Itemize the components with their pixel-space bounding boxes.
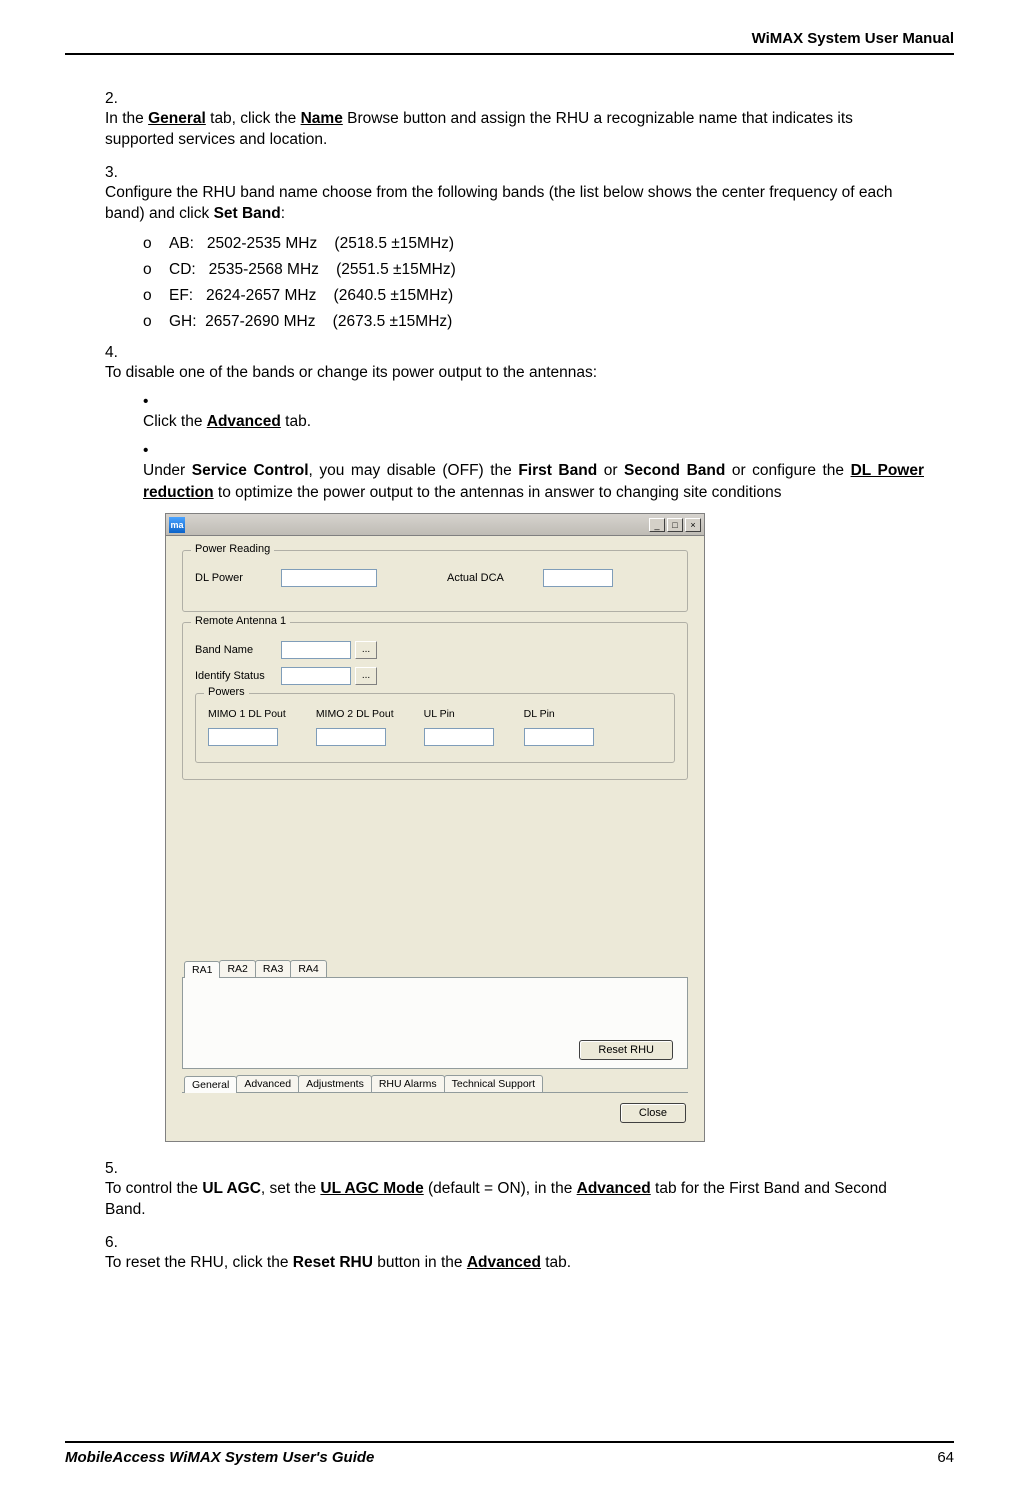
band-gh: oGH: 2657-2690 MHz (2673.5 ±15MHz) xyxy=(143,313,954,331)
band-ab: oAB: 2502-2535 MHz (2518.5 ±15MHz) xyxy=(143,235,954,253)
band-list: oAB: 2502-2535 MHz (2518.5 ±15MHz) oCD: … xyxy=(105,235,954,331)
actual-dca-field[interactable] xyxy=(543,569,613,587)
step-3-text: Configure the RHU band name choose from … xyxy=(105,182,920,225)
mimo1-label: MIMO 1 DL Pout xyxy=(208,708,286,722)
band-cd: oCD: 2535-2568 MHz (2551.5 ±15MHz) xyxy=(143,261,954,279)
dl-power-field[interactable] xyxy=(281,569,377,587)
step-5: 5. To control the UL AGC, set the UL AGC… xyxy=(105,1160,954,1221)
footer-page-number: 64 xyxy=(937,1449,954,1466)
page-footer: MobileAccess WiMAX System User's Guide 6… xyxy=(65,1441,954,1466)
step-2: 2. In the General tab, click the Name Br… xyxy=(105,90,954,151)
step-6-text: To reset the RHU, click the Reset RHU bu… xyxy=(105,1252,920,1273)
remote-antenna-group: Remote Antenna 1 Band Name ... Identify … xyxy=(182,622,688,780)
ulpin-field[interactable] xyxy=(424,728,494,746)
page-header: WiMAX System User Manual xyxy=(65,30,954,55)
step-2-num: 2. xyxy=(105,90,135,108)
actual-dca-label: Actual DCA xyxy=(447,572,543,584)
step-6-num: 6. xyxy=(105,1234,135,1252)
power-reading-legend: Power Reading xyxy=(191,543,274,555)
ra-tabstrip: RA1 RA2 RA3 RA4 xyxy=(182,960,688,977)
tab-advanced[interactable]: Advanced xyxy=(236,1075,299,1092)
powers-group: Powers MIMO 1 DL Pout MIMO 2 DL Pout xyxy=(195,693,675,763)
header-title: WiMAX System User Manual xyxy=(752,30,954,47)
powers-legend: Powers xyxy=(204,686,249,698)
step-3: 3. Configure the RHU band name choose fr… xyxy=(105,164,954,331)
titlebar: ma _ □ × xyxy=(166,514,704,536)
close-button[interactable]: Close xyxy=(620,1103,686,1123)
tab-adjustments[interactable]: Adjustments xyxy=(298,1075,372,1092)
tab-ra1[interactable]: RA1 xyxy=(184,961,220,978)
app-icon: ma xyxy=(169,517,185,533)
close-window-button[interactable]: × xyxy=(685,518,701,532)
ulpin-col: UL Pin xyxy=(424,708,494,746)
step-4-bullet-1: • Click the Advanced tab. xyxy=(143,393,954,432)
dlpin-label: DL Pin xyxy=(524,708,555,722)
reset-rhu-button[interactable]: Reset RHU xyxy=(579,1040,673,1060)
ra-tab-panel: Reset RHU xyxy=(182,977,688,1069)
step-4-bullet-2: • Under Service Control, you may disable… xyxy=(143,442,954,503)
tab-general[interactable]: General xyxy=(184,1076,237,1093)
dl-power-label: DL Power xyxy=(195,572,281,584)
step-4-bullets: • Click the Advanced tab. • Under Servic… xyxy=(105,393,954,503)
step-5-text: To control the UL AGC, set the UL AGC Mo… xyxy=(105,1178,920,1221)
power-reading-group: Power Reading DL Power Actual DCA xyxy=(182,550,688,612)
band-name-label: Band Name xyxy=(195,644,281,656)
step-3-num: 3. xyxy=(105,164,135,182)
step-6: 6. To reset the RHU, click the Reset RHU… xyxy=(105,1234,954,1273)
footer-title: MobileAccess WiMAX System User's Guide xyxy=(65,1449,374,1466)
tab-ra2[interactable]: RA2 xyxy=(219,960,255,977)
dlpin-col: DL Pin xyxy=(524,708,594,746)
mimo1-field[interactable] xyxy=(208,728,278,746)
content-body: 2. In the General tab, click the Name Br… xyxy=(65,90,954,1273)
step-5-num: 5. xyxy=(105,1160,135,1178)
tab-ra3[interactable]: RA3 xyxy=(255,960,291,977)
tab-technical-support[interactable]: Technical Support xyxy=(444,1075,543,1092)
band-ef: oEF: 2624-2657 MHz (2640.5 ±15MHz) xyxy=(143,287,954,305)
mimo2-label: MIMO 2 DL Pout xyxy=(316,708,394,722)
step-4: 4. To disable one of the bands or change… xyxy=(105,344,954,1143)
remote-antenna-legend: Remote Antenna 1 xyxy=(191,615,290,627)
tab-rhu-alarms[interactable]: RHU Alarms xyxy=(371,1075,445,1092)
band-name-browse-button[interactable]: ... xyxy=(355,641,377,659)
dialog-screenshot: ma _ □ × Power Reading DL Power Actual D… xyxy=(165,513,705,1142)
mimo2-field[interactable] xyxy=(316,728,386,746)
dlpin-field[interactable] xyxy=(524,728,594,746)
minimize-button[interactable]: _ xyxy=(649,518,665,532)
step-4-text: To disable one of the bands or change it… xyxy=(105,362,920,383)
mimo1-col: MIMO 1 DL Pout xyxy=(208,708,286,746)
identify-status-field[interactable] xyxy=(281,667,351,685)
mimo2-col: MIMO 2 DL Pout xyxy=(316,708,394,746)
maximize-button[interactable]: □ xyxy=(667,518,683,532)
band-name-field[interactable] xyxy=(281,641,351,659)
identify-status-browse-button[interactable]: ... xyxy=(355,667,377,685)
step-2-text: In the General tab, click the Name Brows… xyxy=(105,108,920,151)
step-4-num: 4. xyxy=(105,344,135,362)
ulpin-label: UL Pin xyxy=(424,708,455,722)
identify-status-label: Identify Status xyxy=(195,670,281,682)
tab-ra4[interactable]: RA4 xyxy=(290,960,326,977)
main-tabstrip: General Advanced Adjustments RHU Alarms … xyxy=(182,1075,688,1092)
